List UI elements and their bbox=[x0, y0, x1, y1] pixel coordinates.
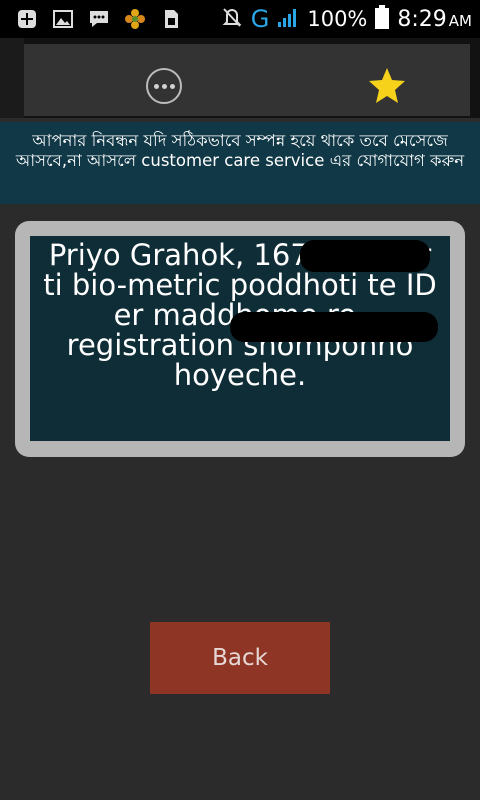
status-bar: G 100% 8:29 AM bbox=[0, 0, 480, 38]
signal-icon bbox=[277, 6, 299, 32]
status-right: G 100% 8:29 AM bbox=[221, 0, 472, 38]
battery-icon bbox=[375, 5, 390, 33]
clock: 8:29 AM bbox=[397, 7, 472, 32]
image-icon bbox=[52, 8, 74, 30]
network-type-label: G bbox=[250, 5, 270, 33]
action-bar-edge bbox=[0, 38, 24, 118]
flower-icon bbox=[124, 8, 146, 30]
redaction-mark bbox=[230, 312, 438, 342]
battery-percent: 100% bbox=[307, 7, 368, 31]
more-options-icon[interactable] bbox=[146, 68, 182, 104]
clock-time: 8:29 bbox=[397, 6, 447, 32]
action-bar-body bbox=[24, 44, 470, 116]
add-icon bbox=[16, 8, 38, 30]
notification-icons bbox=[16, 8, 182, 30]
chat-icon bbox=[88, 8, 110, 30]
message-frame: Priyo Grahok, 167 number ti bio-metric p… bbox=[15, 221, 465, 457]
mute-icon bbox=[221, 6, 243, 32]
redaction-mark bbox=[300, 240, 430, 272]
star-icon[interactable] bbox=[367, 66, 407, 106]
action-bar bbox=[0, 38, 480, 118]
sim-card-icon bbox=[160, 8, 182, 30]
info-banner: আপনার নিবন্ধন যদি সঠিকভাবে সম্পন্ন হয়ে … bbox=[0, 122, 480, 204]
clock-ampm: AM bbox=[448, 11, 472, 30]
message-box: Priyo Grahok, 167 number ti bio-metric p… bbox=[30, 236, 450, 441]
back-button[interactable]: Back bbox=[150, 622, 330, 694]
